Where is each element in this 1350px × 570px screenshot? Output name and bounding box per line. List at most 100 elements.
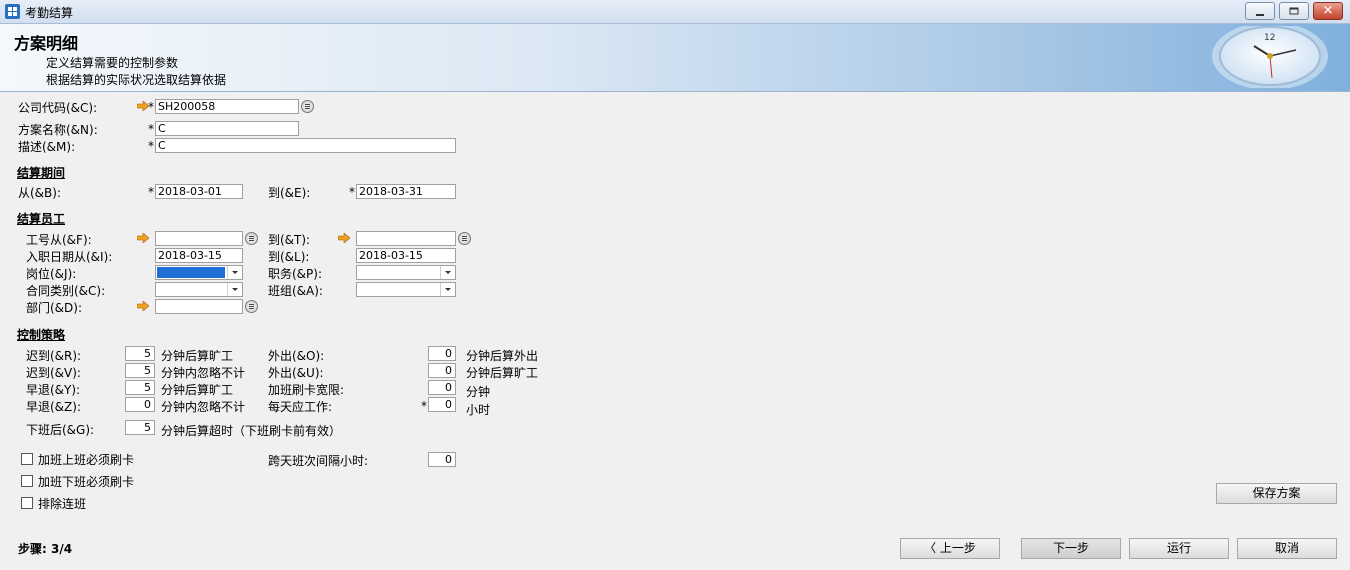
arrow-right-icon bbox=[137, 233, 149, 243]
out2-field[interactable]: 0 bbox=[428, 363, 456, 378]
description-field[interactable]: C bbox=[155, 138, 456, 153]
duty-label: 职务(&P): bbox=[268, 267, 323, 281]
early1-unit: 分钟后算旷工 bbox=[161, 383, 234, 397]
contract-label: 合同类别(&C): bbox=[26, 284, 106, 298]
cross-day-field[interactable]: 0 bbox=[428, 452, 456, 467]
employees-heading: 结算员工 bbox=[17, 212, 66, 226]
required-marker: * bbox=[148, 100, 154, 114]
late1-unit: 分钟后算旷工 bbox=[161, 349, 234, 363]
close-button[interactable]: ✕ bbox=[1313, 2, 1343, 20]
hire-to-field[interactable]: 2018-03-15 bbox=[356, 248, 456, 263]
emp-from-field[interactable] bbox=[155, 231, 243, 246]
page-title: 方案明细 bbox=[14, 34, 79, 53]
company-code-field[interactable]: SH200058 bbox=[155, 99, 299, 114]
ot-grace-unit: 分钟 bbox=[466, 385, 491, 399]
team-select[interactable] bbox=[356, 282, 456, 297]
header-banner: 方案明细 定义结算需要的控制参数 根据结算的实际状况选取结算依据 12 bbox=[0, 24, 1350, 92]
lookup-icon[interactable] bbox=[301, 100, 314, 113]
required-marker: * bbox=[148, 185, 154, 199]
out1-unit: 分钟后算外出 bbox=[466, 349, 539, 363]
period-from-label: 从(&B): bbox=[18, 186, 61, 200]
required-marker: * bbox=[421, 399, 427, 413]
late2-field[interactable]: 5 bbox=[125, 363, 155, 378]
ot-start-swipe-label: 加班上班必须刷卡 bbox=[38, 453, 135, 467]
after-work-label: 下班后(&G): bbox=[26, 423, 95, 437]
early2-unit: 分钟内忽略不计 bbox=[161, 400, 246, 414]
required-marker: * bbox=[148, 139, 154, 153]
period-from-field[interactable]: 2018-03-01 bbox=[155, 184, 243, 199]
after-work-unit: 分钟后算超时（下班刷卡前有效） bbox=[161, 424, 342, 438]
hire-to-label: 到(&L): bbox=[268, 250, 310, 264]
ot-grace-label: 加班刷卡宽限: bbox=[268, 383, 345, 397]
lookup-icon[interactable] bbox=[245, 300, 258, 313]
out1-field[interactable]: 0 bbox=[428, 346, 456, 361]
prev-button[interactable]: 〈 上一步 bbox=[900, 538, 1000, 559]
early1-field[interactable]: 5 bbox=[125, 380, 155, 395]
maximize-icon bbox=[1289, 7, 1299, 15]
save-plan-button[interactable]: 保存方案 bbox=[1216, 483, 1337, 504]
team-label: 班组(&A): bbox=[268, 284, 323, 298]
arrow-right-icon bbox=[338, 233, 350, 243]
period-to-label: 到(&E): bbox=[268, 186, 311, 200]
out1-label: 外出(&O): bbox=[268, 349, 325, 363]
dept-label: 部门(&D): bbox=[26, 301, 83, 315]
duty-select[interactable] bbox=[356, 265, 456, 280]
daily-work-unit: 小时 bbox=[466, 403, 491, 417]
app-icon bbox=[5, 4, 20, 19]
hire-from-field[interactable]: 2018-03-15 bbox=[155, 248, 243, 263]
exclude-consecutive-label: 排除连班 bbox=[38, 497, 87, 511]
period-heading: 结算期间 bbox=[17, 166, 66, 180]
dept-field[interactable] bbox=[155, 299, 243, 314]
emp-to-field[interactable] bbox=[356, 231, 456, 246]
lookup-icon[interactable] bbox=[458, 232, 471, 245]
minimize-button[interactable] bbox=[1245, 2, 1275, 20]
early2-field[interactable]: 0 bbox=[125, 397, 155, 412]
maximize-button[interactable] bbox=[1279, 2, 1309, 20]
plan-name-field[interactable]: C bbox=[155, 121, 299, 136]
run-button[interactable]: 运行 bbox=[1129, 538, 1229, 559]
next-button[interactable]: 下一步 bbox=[1021, 538, 1121, 559]
daily-work-field[interactable]: 0 bbox=[428, 397, 456, 412]
arrow-right-icon bbox=[137, 301, 149, 311]
clock-icon: 12 bbox=[1212, 26, 1328, 88]
emp-to-label: 到(&T): bbox=[268, 233, 311, 247]
svg-text:12: 12 bbox=[1264, 33, 1275, 43]
cross-day-label: 跨天班次间隔小时: bbox=[268, 454, 369, 468]
emp-from-label: 工号从(&F): bbox=[26, 233, 92, 247]
plan-name-label: 方案名称(&N): bbox=[18, 123, 98, 137]
page-subtitle-2: 根据结算的实际状况选取结算依据 bbox=[46, 73, 227, 87]
ot-end-swipe-label: 加班下班必须刷卡 bbox=[38, 475, 135, 489]
contract-select[interactable] bbox=[155, 282, 243, 297]
out2-label: 外出(&U): bbox=[268, 366, 324, 380]
late2-label: 迟到(&V): bbox=[26, 366, 81, 380]
control-heading: 控制策略 bbox=[17, 328, 66, 342]
lookup-icon[interactable] bbox=[245, 232, 258, 245]
prev-button-label: 上一步 bbox=[939, 541, 976, 555]
chevron-down-icon[interactable] bbox=[227, 266, 242, 279]
hire-from-label: 入职日期从(&I): bbox=[26, 250, 113, 264]
chevron-down-icon[interactable] bbox=[227, 283, 242, 296]
period-to-field[interactable]: 2018-03-31 bbox=[356, 184, 456, 199]
ot-start-swipe-checkbox[interactable] bbox=[21, 453, 33, 465]
cancel-button[interactable]: 取消 bbox=[1237, 538, 1337, 559]
chevron-left-icon: 〈 bbox=[924, 541, 940, 555]
chevron-down-icon[interactable] bbox=[440, 283, 455, 296]
close-icon: ✕ bbox=[1322, 3, 1334, 19]
out2-unit: 分钟后算旷工 bbox=[466, 366, 539, 380]
early1-label: 早退(&Y): bbox=[26, 383, 81, 397]
position-select[interactable] bbox=[155, 265, 243, 280]
step-indicator: 步骤: 3/4 bbox=[18, 542, 73, 556]
page-subtitle-1: 定义结算需要的控制参数 bbox=[46, 56, 179, 70]
exclude-consecutive-checkbox[interactable] bbox=[21, 497, 33, 509]
chevron-down-icon[interactable] bbox=[440, 266, 455, 279]
required-marker: * bbox=[148, 122, 154, 136]
window-titlebar: 考勤结算 ✕ bbox=[0, 0, 1350, 24]
company-code-label: 公司代码(&C): bbox=[18, 101, 98, 115]
ot-grace-field[interactable]: 0 bbox=[428, 380, 456, 395]
after-work-field[interactable]: 5 bbox=[125, 420, 155, 435]
early2-label: 早退(&Z): bbox=[26, 400, 81, 414]
late1-field[interactable]: 5 bbox=[125, 346, 155, 361]
ot-end-swipe-checkbox[interactable] bbox=[21, 475, 33, 487]
required-marker: * bbox=[349, 185, 355, 199]
late1-label: 迟到(&R): bbox=[26, 349, 82, 363]
